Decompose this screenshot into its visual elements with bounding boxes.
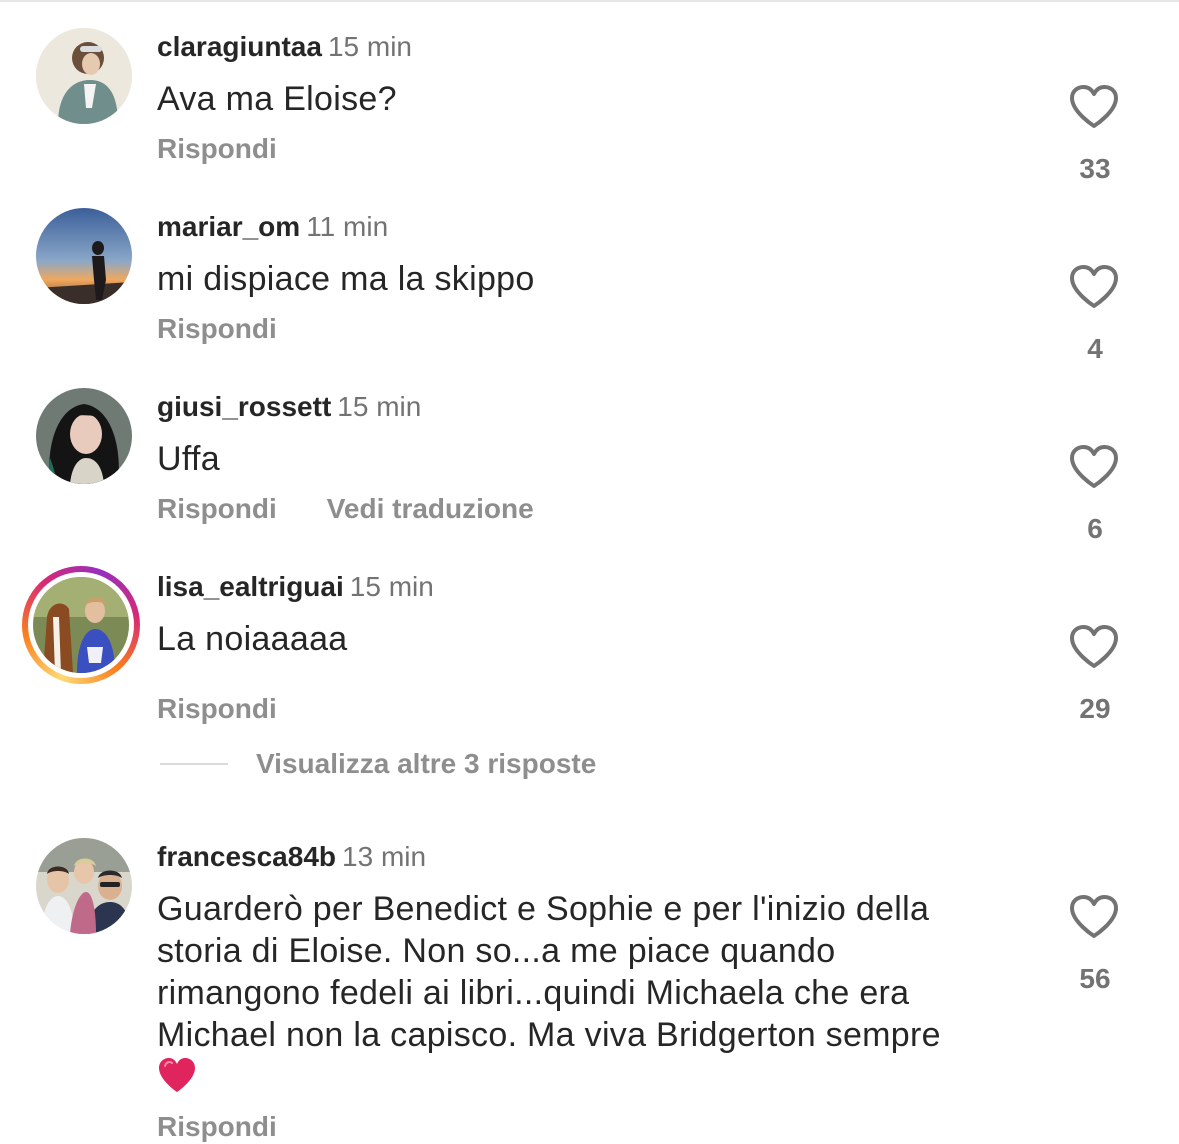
like-control: 4 [1068, 264, 1122, 364]
comment-actions: Rispondi [157, 1110, 327, 1144]
username[interactable]: francesca84b [157, 841, 336, 872]
comment-text: Ava ma Eloise? [157, 80, 397, 118]
translate-button[interactable]: Vedi traduzione [327, 493, 534, 524]
like-count: 6 [1087, 513, 1103, 544]
reply-button[interactable]: Rispondi [157, 693, 277, 724]
like-count: 29 [1079, 693, 1111, 724]
comments-page: claragiuntaa 15 min Ava ma Eloise? Rispon… [0, 0, 1179, 1144]
heart-outline-icon[interactable] [1068, 624, 1120, 670]
reply-button[interactable]: Rispondi [157, 1111, 277, 1142]
comment-text-body: Guarderò per Benedict e Sophie e per l'i… [157, 890, 941, 1054]
comment-text: La noiaaaaa [157, 620, 348, 658]
heart-outline-icon[interactable] [1068, 444, 1120, 490]
comment-time: 11 min [306, 211, 389, 242]
comment-meta: claragiuntaa 15 min [157, 30, 412, 64]
avatar[interactable] [36, 28, 132, 124]
username[interactable]: claragiuntaa [157, 31, 322, 62]
like-count: 33 [1079, 153, 1111, 184]
comment-text: Guarderò per Benedict e Sophie e per l'i… [157, 888, 957, 1098]
like-control: 56 [1068, 894, 1122, 994]
heart-outline-icon[interactable] [1068, 264, 1120, 310]
heart-outline-icon[interactable] [1068, 84, 1120, 130]
comment-time: 15 min [327, 31, 412, 62]
like-count: 56 [1079, 963, 1111, 994]
view-more-replies[interactable]: Visualizza altre 3 risposte [160, 748, 596, 782]
username[interactable]: giusi_rossett [157, 391, 331, 422]
top-divider [0, 0, 1179, 2]
heart-outline-icon[interactable] [1068, 894, 1120, 940]
username[interactable]: mariar_om [157, 211, 300, 242]
username[interactable]: lisa_ealtriguai [157, 571, 344, 602]
comment-meta: mariar_om 11 min [157, 210, 388, 244]
avatar[interactable] [36, 208, 132, 304]
reply-button[interactable]: Rispondi [157, 133, 277, 164]
reply-button[interactable]: Rispondi [157, 313, 277, 344]
like-control: 6 [1068, 444, 1122, 544]
avatar[interactable] [36, 388, 132, 484]
more-replies-line [160, 763, 228, 765]
comment-time: 15 min [337, 391, 422, 422]
like-control: 29 [1068, 624, 1122, 724]
red-heart-emoji [159, 1058, 195, 1092]
comment-time: 13 min [342, 841, 427, 872]
comment-text: mi dispiace ma la skippo [157, 260, 535, 298]
like-control: 33 [1068, 84, 1122, 184]
like-count: 4 [1087, 333, 1103, 364]
comment-text: Uffa [157, 440, 220, 478]
comment-actions: Rispondi [157, 692, 327, 726]
avatar[interactable] [36, 838, 132, 934]
more-replies-label: Visualizza altre 3 risposte [256, 748, 597, 779]
comment-actions: Rispondi [157, 312, 327, 346]
comment-meta: giusi_rossett 15 min [157, 390, 421, 424]
story-ring[interactable] [22, 566, 140, 684]
comment-actions: Rispondi [157, 132, 327, 166]
comment-meta: lisa_ealtriguai 15 min [157, 570, 434, 604]
avatar [33, 577, 129, 673]
comment-time: 15 min [349, 571, 434, 602]
comment-actions: Rispondi Vedi traduzione [157, 492, 584, 526]
comment-meta: francesca84b 13 min [157, 840, 426, 874]
reply-button[interactable]: Rispondi [157, 493, 277, 524]
